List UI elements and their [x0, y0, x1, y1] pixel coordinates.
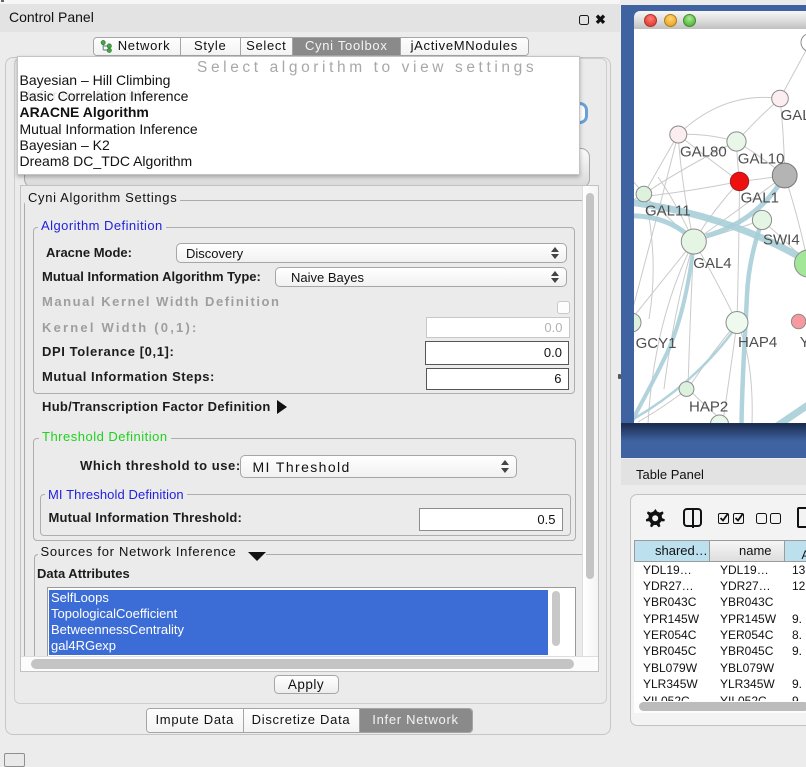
svg-text:GAL7: GAL7 — [780, 107, 806, 124]
svg-text:Y: Y — [799, 334, 806, 351]
svg-text:GAL4: GAL4 — [693, 255, 731, 272]
svg-text:HAP4: HAP4 — [738, 334, 777, 351]
svg-text:GAL80: GAL80 — [680, 143, 727, 160]
svg-text:GAL1: GAL1 — [740, 189, 778, 206]
svg-text:GAL10: GAL10 — [737, 150, 784, 167]
svg-text:GCY1: GCY1 — [635, 335, 676, 352]
svg-text:SWI4: SWI4 — [763, 231, 800, 248]
svg-text:HAP2: HAP2 — [689, 398, 728, 415]
svg-text:GAL11: GAL11 — [645, 202, 691, 219]
